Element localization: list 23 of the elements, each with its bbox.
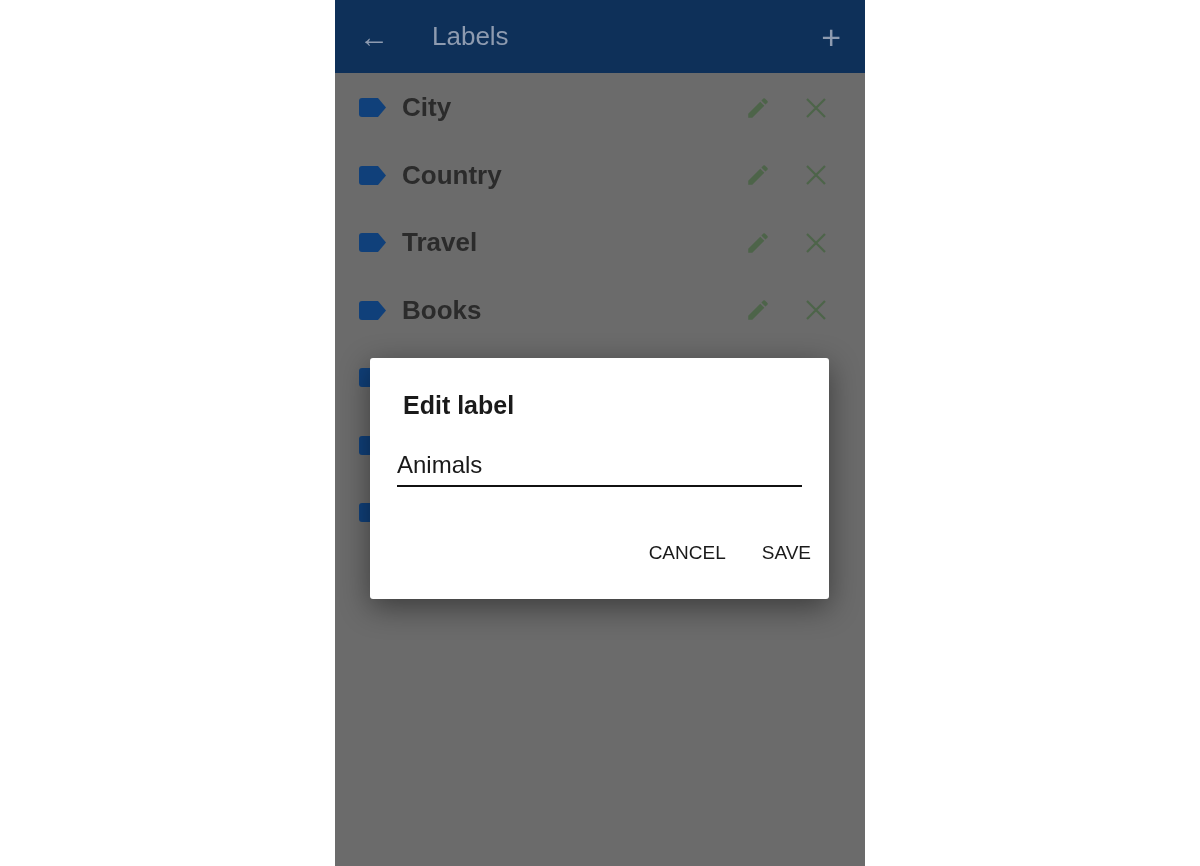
screen-title: Labels bbox=[432, 20, 509, 53]
label-icon bbox=[359, 165, 386, 185]
label-name: Country bbox=[402, 158, 502, 192]
delete-button[interactable] bbox=[805, 299, 827, 322]
add-button[interactable]: + bbox=[821, 19, 841, 54]
label-name: Travel bbox=[402, 226, 478, 260]
dialog-title: Edit label bbox=[403, 390, 516, 421]
delete-button[interactable] bbox=[805, 164, 827, 187]
dialog-button[interactable]: SAVE bbox=[753, 532, 819, 573]
delete-button[interactable] bbox=[805, 96, 827, 119]
close-icon bbox=[805, 299, 827, 322]
back-button[interactable]: ← bbox=[359, 21, 387, 52]
delete-button[interactable] bbox=[805, 231, 827, 254]
label-name: City bbox=[402, 91, 452, 125]
label-icon bbox=[359, 300, 386, 320]
label-icon bbox=[359, 98, 386, 118]
label-icon bbox=[359, 233, 386, 253]
label-input-field[interactable]: Animals bbox=[397, 446, 802, 487]
close-icon bbox=[805, 164, 827, 187]
dialog-button[interactable]: CANCEL bbox=[640, 532, 734, 573]
close-icon bbox=[805, 96, 827, 119]
label-name: Books bbox=[402, 293, 482, 327]
close-icon bbox=[805, 231, 827, 254]
